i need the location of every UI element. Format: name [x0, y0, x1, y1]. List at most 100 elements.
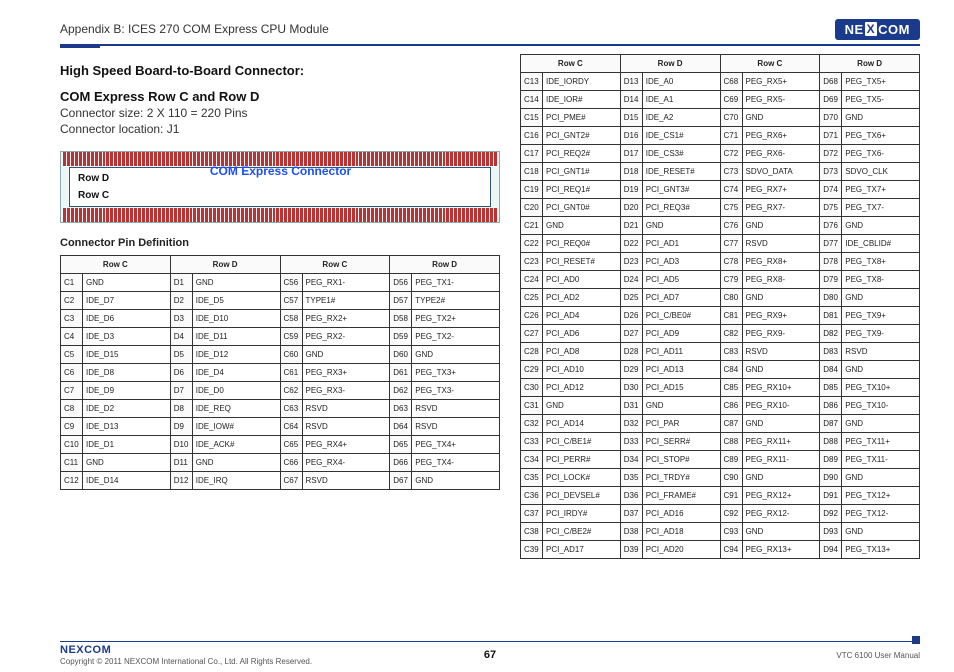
signal-cell: IDE_D14: [83, 472, 171, 490]
pin-cell: C9: [61, 418, 83, 436]
pin-cell: D73: [820, 163, 842, 181]
signal-cell: PEG_RX8-: [742, 271, 820, 289]
pin-cell: C56: [280, 274, 302, 292]
pin-cell: D90: [820, 469, 842, 487]
signal-cell: PCI_AD20: [642, 541, 720, 559]
pin-cell: C37: [521, 505, 543, 523]
document-page: Appendix B: ICES 270 COM Express CPU Mod…: [0, 0, 954, 672]
pin-cell: C80: [720, 289, 742, 307]
pin-cell: C7: [61, 382, 83, 400]
pin-cell: D59: [390, 328, 412, 346]
signal-cell: PCI_PME#: [543, 109, 621, 127]
signal-cell: PEG_TX12-: [842, 505, 920, 523]
th-row-c: Row C: [61, 256, 171, 274]
pin-cell: D16: [620, 127, 642, 145]
pin-cell: C59: [280, 328, 302, 346]
pin-cell: D94: [820, 541, 842, 559]
signal-cell: GND: [543, 397, 621, 415]
signal-cell: PEG_RX4+: [302, 436, 390, 454]
pin-cell: D39: [620, 541, 642, 559]
pin-cell: C78: [720, 253, 742, 271]
header-divider: [60, 44, 920, 46]
signal-cell: IDE_D10: [192, 310, 280, 328]
pin-cell: D15: [620, 109, 642, 127]
signal-cell: PCI_IRDY#: [543, 505, 621, 523]
signal-cell: PCI_PERR#: [543, 451, 621, 469]
signal-cell: GND: [842, 217, 920, 235]
signal-cell: PCI_REQ3#: [642, 199, 720, 217]
pin-cell: C27: [521, 325, 543, 343]
signal-cell: PEG_RX9+: [742, 307, 820, 325]
pin-cell: D29: [620, 361, 642, 379]
signal-cell: RSVD: [302, 472, 390, 490]
table-header-row: Row C Row D Row C Row D: [61, 256, 500, 274]
pin-cell: D93: [820, 523, 842, 541]
pin-cell: D85: [820, 379, 842, 397]
connector-title-1: High Speed Board-to-Board Connector:: [60, 62, 500, 80]
signal-cell: PCI_AD1: [642, 235, 720, 253]
signal-cell: PCI_AD16: [642, 505, 720, 523]
pin-cell: D66: [390, 454, 412, 472]
table-row: C15PCI_PME#D15IDE_A2C70GNDD70GND: [521, 109, 920, 127]
signal-cell: PEG_TX11-: [842, 451, 920, 469]
pin-cell: C36: [521, 487, 543, 505]
pin-cell: D21: [620, 217, 642, 235]
signal-cell: PEG_RX10+: [742, 379, 820, 397]
pin-cell: D9: [170, 418, 192, 436]
row-d-label: Row D: [78, 173, 109, 184]
pin-cell: D64: [390, 418, 412, 436]
signal-cell: PEG_RX12+: [742, 487, 820, 505]
signal-cell: GND: [83, 274, 171, 292]
signal-cell: PEG_TX6-: [842, 145, 920, 163]
signal-cell: PEG_TX5+: [842, 73, 920, 91]
pin-cell: D3: [170, 310, 192, 328]
pin-cell: C5: [61, 346, 83, 364]
signal-cell: PEG_TX4-: [412, 454, 500, 472]
pin-cell: D74: [820, 181, 842, 199]
pin-cell: D1: [170, 274, 192, 292]
pin-cell: C76: [720, 217, 742, 235]
table-row: C12IDE_D14D12IDE_IRQC67RSVDD67GND: [61, 472, 500, 490]
signal-cell: GND: [192, 274, 280, 292]
pin-cell: C3: [61, 310, 83, 328]
signal-cell: SDVO_CLK: [842, 163, 920, 181]
pin-cell: D36: [620, 487, 642, 505]
signal-cell: PEG_TX9-: [842, 325, 920, 343]
brand-logo: NEXCOM: [835, 19, 920, 40]
pin-cell: C17: [521, 145, 543, 163]
pin-cell: D8: [170, 400, 192, 418]
signal-cell: GND: [842, 469, 920, 487]
pin-cell: D7: [170, 382, 192, 400]
signal-cell: GND: [742, 361, 820, 379]
pin-definition-heading: Connector Pin Definition: [60, 237, 500, 249]
signal-cell: GND: [842, 415, 920, 433]
table-row: C36PCI_DEVSEL#D36PCI_FRAME#C91PEG_RX12+D…: [521, 487, 920, 505]
pin-cell: D86: [820, 397, 842, 415]
table-row: C23PCI_RESET#D23PCI_AD3C78PEG_RX8+D78PEG…: [521, 253, 920, 271]
signal-cell: PCI_AD10: [543, 361, 621, 379]
signal-cell: IDE_REQ: [192, 400, 280, 418]
pin-cell: D83: [820, 343, 842, 361]
signal-cell: PCI_GNT3#: [642, 181, 720, 199]
pin-cell: C19: [521, 181, 543, 199]
pin-cell: C89: [720, 451, 742, 469]
signal-cell: IDE_IOW#: [192, 418, 280, 436]
th-row-d: Row D: [820, 55, 920, 73]
pin-cell: C83: [720, 343, 742, 361]
pin-cell: D18: [620, 163, 642, 181]
signal-cell: GND: [742, 469, 820, 487]
pin-cell: D19: [620, 181, 642, 199]
signal-cell: PEG_TX9+: [842, 307, 920, 325]
signal-cell: PEG_RX5+: [742, 73, 820, 91]
pin-cell: D87: [820, 415, 842, 433]
signal-cell: PEG_RX7+: [742, 181, 820, 199]
pin-cell: C74: [720, 181, 742, 199]
pin-cell: D25: [620, 289, 642, 307]
signal-cell: PEG_TX8-: [842, 271, 920, 289]
signal-cell: PEG_RX6+: [742, 127, 820, 145]
table-row: C39PCI_AD17D39PCI_AD20C94PEG_RX13+D94PEG…: [521, 541, 920, 559]
th-row-d: Row D: [620, 55, 720, 73]
pin-cell: D67: [390, 472, 412, 490]
table-header-row: Row C Row D Row C Row D: [521, 55, 920, 73]
signal-cell: PEG_RX11-: [742, 451, 820, 469]
